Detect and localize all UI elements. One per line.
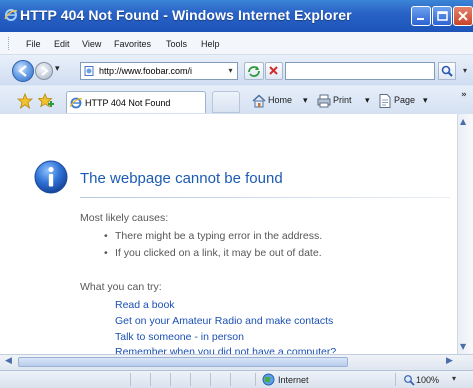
status-separator xyxy=(170,373,171,386)
magnifier-icon[interactable] xyxy=(403,374,415,386)
arrow-right-icon xyxy=(41,66,49,76)
add-favorite-icon[interactable] xyxy=(38,93,54,109)
close-button[interactable] xyxy=(453,6,473,26)
scroll-right-icon[interactable]: ▶ xyxy=(446,356,453,366)
refresh-button[interactable] xyxy=(244,62,264,80)
url-text: http://www.foobar.com/i xyxy=(99,66,193,76)
page-button[interactable]: Page xyxy=(394,95,415,105)
more-commands-icon[interactable]: » xyxy=(461,90,467,100)
page-dropdown-icon[interactable]: ▾ xyxy=(423,95,428,106)
print-button[interactable]: Print xyxy=(333,95,352,105)
menu-tools[interactable]: Tools xyxy=(166,39,187,49)
status-separator xyxy=(130,373,131,386)
suggestion-link[interactable]: Get on your Amateur Radio and make conta… xyxy=(115,315,333,327)
vertical-scrollbar[interactable]: ▲ ▼ xyxy=(457,114,473,354)
scroll-up-icon[interactable]: ▲ xyxy=(460,117,466,126)
suggestion-link[interactable]: Talk to someone - in person xyxy=(115,331,244,343)
window-title: HTTP 404 Not Found - Windows Internet Ex… xyxy=(20,7,352,23)
printer-icon[interactable] xyxy=(316,93,332,109)
close-icon xyxy=(458,11,468,21)
search-input[interactable] xyxy=(285,62,435,80)
address-bar[interactable]: http://www.foobar.com/i ▾ xyxy=(80,62,238,80)
print-dropdown-icon[interactable]: ▾ xyxy=(365,95,370,106)
scroll-left-icon[interactable]: ◀ xyxy=(5,356,12,366)
browser-window: HTTP 404 Not Found - Windows Internet Ex… xyxy=(0,0,473,388)
refresh-icon xyxy=(248,66,260,77)
error-title: The webpage cannot be found xyxy=(80,170,283,187)
zoom-dropdown-icon[interactable]: ▾ xyxy=(452,374,456,383)
globe-icon[interactable] xyxy=(262,373,275,386)
home-button[interactable]: Home xyxy=(268,95,292,105)
page-icon xyxy=(84,66,94,76)
search-options-icon[interactable]: ▾ xyxy=(459,62,471,80)
security-zone-label[interactable]: Internet xyxy=(278,375,309,385)
history-dropdown-icon[interactable]: ▾ xyxy=(55,64,60,74)
menu-file[interactable]: File xyxy=(26,39,41,49)
horizontal-scrollbar[interactable]: ◀ ▶ xyxy=(0,354,473,370)
tab-current[interactable]: HTTP 404 Not Found xyxy=(66,91,206,113)
cause-item: There might be a typing error in the add… xyxy=(104,230,322,242)
causes-heading: Most likely causes: xyxy=(80,212,169,224)
menu-view[interactable]: View xyxy=(82,39,101,49)
menu-help[interactable]: Help xyxy=(201,39,220,49)
try-heading: What you can try: xyxy=(80,281,162,293)
ie-logo-icon xyxy=(4,9,18,21)
ie-page-icon xyxy=(70,97,83,109)
status-separator xyxy=(150,373,151,386)
url-dropdown-icon[interactable]: ▾ xyxy=(225,64,236,78)
status-separator xyxy=(395,373,396,386)
title-bar[interactable]: HTTP 404 Not Found - Windows Internet Ex… xyxy=(0,0,473,32)
zoom-level[interactable]: 100% xyxy=(416,375,439,385)
status-separator xyxy=(190,373,191,386)
favorites-star-icon[interactable] xyxy=(17,93,33,109)
scroll-down-icon[interactable]: ▼ xyxy=(460,342,466,351)
minimize-button[interactable] xyxy=(411,6,431,26)
home-dropdown-icon[interactable]: ▾ xyxy=(303,95,308,106)
status-separator xyxy=(255,373,256,386)
status-separator xyxy=(230,373,231,386)
search-icon xyxy=(441,65,453,77)
menu-edit[interactable]: Edit xyxy=(54,39,70,49)
page-menu-icon[interactable] xyxy=(377,93,393,109)
forward-button[interactable] xyxy=(35,62,53,80)
search-button[interactable] xyxy=(438,62,456,80)
toolbar-grip[interactable] xyxy=(8,37,11,50)
minimize-icon xyxy=(417,18,424,20)
tab-label: HTTP 404 Not Found xyxy=(85,98,171,108)
stop-icon xyxy=(269,66,278,75)
stop-button[interactable] xyxy=(265,62,283,80)
title-divider xyxy=(80,197,450,198)
menu-favorites[interactable]: Favorites xyxy=(114,39,151,49)
status-separator xyxy=(210,373,211,386)
new-tab-button[interactable] xyxy=(212,91,240,113)
maximize-icon xyxy=(437,11,448,21)
back-button[interactable] xyxy=(12,60,34,82)
home-icon[interactable] xyxy=(251,93,267,109)
cause-item: If you clicked on a link, it may be out … xyxy=(104,247,322,259)
suggestion-link[interactable]: Read a book xyxy=(115,299,175,311)
info-icon xyxy=(34,160,68,194)
horizontal-scroll-thumb[interactable] xyxy=(18,357,348,367)
arrow-left-icon xyxy=(18,65,27,77)
menu-bar: File Edit View Favorites Tools Help xyxy=(0,32,473,55)
maximize-button[interactable] xyxy=(432,6,452,26)
